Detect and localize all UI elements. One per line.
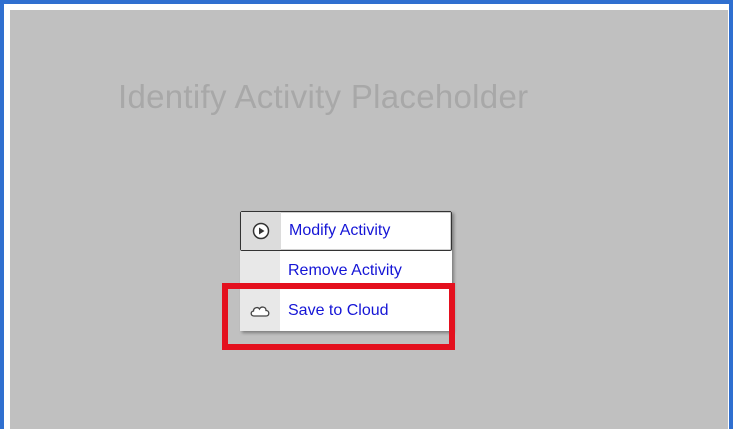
- frame-border-right: [729, 0, 733, 429]
- menu-item-save-to-cloud[interactable]: Save to Cloud: [240, 291, 452, 331]
- window-frame: Identify Activity Placeholder Modify Act…: [0, 0, 733, 429]
- frame-border-top: [0, 0, 733, 4]
- menu-item-modify-activity[interactable]: Modify Activity: [240, 211, 452, 251]
- menu-item-label: Modify Activity: [289, 222, 391, 239]
- play-circle-icon: [241, 212, 281, 250]
- cloud-icon: [240, 291, 280, 331]
- menu-item-gutter: [240, 251, 280, 291]
- menu-item-remove-activity[interactable]: Remove Activity: [240, 251, 452, 291]
- context-menu: Modify Activity Remove Activity Save to …: [240, 211, 452, 331]
- frame-border-left: [0, 0, 4, 429]
- menu-item-label: Remove Activity: [288, 262, 402, 279]
- menu-item-label: Save to Cloud: [288, 302, 389, 319]
- placeholder-title: Identify Activity Placeholder: [118, 78, 529, 115]
